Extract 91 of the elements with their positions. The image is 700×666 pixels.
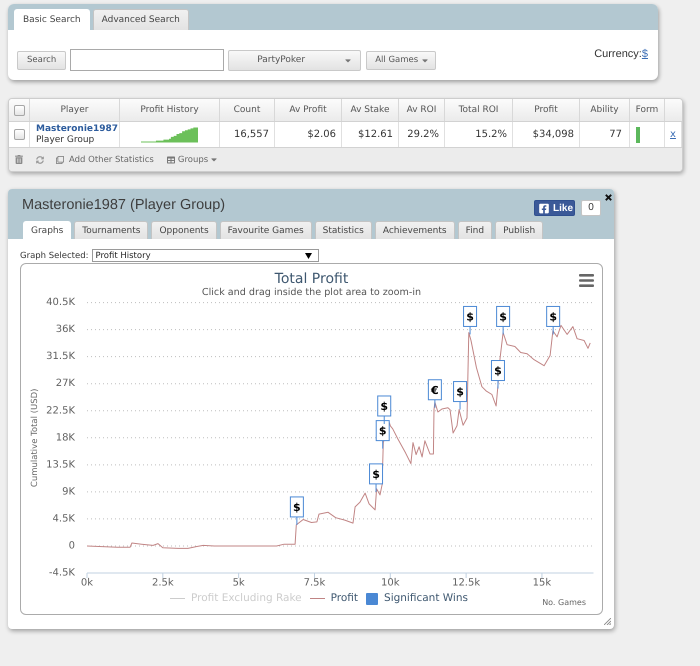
column-header[interactable]: Profit (513, 99, 580, 121)
axis-label: 10k (381, 578, 400, 588)
table-cell: 29.2% (399, 122, 445, 147)
axis-label: 18K (56, 432, 75, 444)
column-header[interactable]: Av Stake (342, 99, 399, 121)
annotation: $ (466, 310, 474, 324)
search-tab[interactable]: Advanced Search (92, 9, 189, 30)
axis-label: 5k (232, 578, 245, 588)
graph-dropdown[interactable]: Profit History (92, 249, 318, 262)
panel-tab[interactable]: Achievements (374, 221, 455, 239)
table-cell: 77 (580, 122, 630, 147)
currency-label: Currency: (594, 48, 642, 61)
panel-tab[interactable]: Tournaments (74, 221, 148, 239)
column-header[interactable]: Av Profit (275, 99, 342, 121)
groups-button[interactable]: Groups (166, 154, 218, 164)
games-dropdown[interactable]: All Games (366, 50, 436, 70)
axis-label: 40.5K (46, 297, 75, 308)
site-dropdown[interactable]: PartyPoker (228, 50, 362, 70)
search-tab[interactable]: Basic Search (14, 9, 90, 30)
menu-icon[interactable] (579, 274, 594, 287)
search-button[interactable]: Search (17, 50, 66, 70)
axis-label: 15k (532, 578, 552, 588)
table-cell: 15.2% (445, 122, 513, 147)
axis-label: 27K (56, 378, 75, 390)
axis-label: 0k (80, 578, 94, 588)
axis-label: 31.5K (46, 351, 75, 362)
add-statistics-button[interactable]: Add Other Statistics (56, 154, 154, 164)
currency-link[interactable]: $ (642, 48, 648, 61)
annotation: $ (293, 500, 301, 514)
annotation: $ (380, 400, 388, 413)
annotation: € (430, 384, 439, 397)
like-count: 0 (581, 200, 601, 216)
refresh-icon[interactable] (36, 156, 44, 164)
resize-grip-icon[interactable] (604, 618, 611, 625)
panel-tab[interactable]: Find (458, 221, 492, 239)
panel-tab[interactable]: Graphs (23, 221, 72, 239)
panel-tab[interactable]: Opponents (151, 221, 217, 239)
axis-label: 22.5K (46, 405, 75, 416)
column-header[interactable]: Av ROI (399, 99, 445, 121)
chart-subtitle: Click and drag inside the plot area to zoom-in (202, 288, 422, 298)
legend-item[interactable]: Profit (310, 592, 358, 605)
annotation: $ (456, 386, 464, 399)
axis-label: 13.5K (46, 459, 75, 470)
column-header[interactable]: Profit History (120, 99, 220, 121)
column-header[interactable]: Form (630, 99, 665, 121)
axis-label: -4.5K (48, 568, 75, 578)
chart-title: Total Profit (274, 270, 350, 288)
axis-title: No. Games (542, 598, 586, 607)
table-cell: $12.61 (342, 122, 399, 147)
search-field[interactable] (70, 49, 224, 71)
profit-sparkline (141, 126, 198, 143)
panel-tab[interactable]: Publish (495, 221, 544, 239)
table-cell: 16,557 (220, 122, 275, 147)
caret-icon (304, 252, 312, 258)
annotation: $ (549, 310, 557, 324)
legend-item[interactable]: Significant Wins (366, 592, 468, 605)
annotation: $ (372, 468, 380, 481)
axis-label: 4.5K (52, 513, 75, 524)
axis-label: 7.5k (304, 578, 326, 588)
table-cell: $2.06 (275, 122, 342, 147)
panel-title: Masteronie1987 (Player Group) (22, 196, 226, 215)
annotation: $ (494, 364, 502, 378)
axis-label: 9K (62, 486, 75, 498)
row-checkbox[interactable] (14, 129, 24, 140)
axis-label: 36K (56, 324, 75, 336)
column-header[interactable]: Ability (580, 99, 630, 121)
remove-link[interactable]: x (670, 129, 676, 140)
player-link[interactable]: Masteronie1987 (36, 124, 119, 134)
axis-label: 2.5k (152, 578, 174, 588)
column-header[interactable]: Count (220, 99, 275, 121)
annotation: $ (378, 424, 387, 438)
table-cell: $34,098 (513, 122, 580, 147)
window-icon (56, 156, 64, 164)
trash-icon[interactable] (15, 155, 23, 164)
panel-tab[interactable]: Statistics (314, 221, 372, 239)
like-button[interactable]: Like (534, 200, 575, 216)
axis-title: Cumulative Total (USD) (30, 388, 40, 488)
axis-label: 12.5k (452, 578, 480, 588)
panel-tab[interactable]: Favourite Games (220, 221, 312, 239)
line-symbol-icon (170, 598, 185, 600)
table-icon (166, 156, 175, 164)
facebook-icon (539, 202, 549, 214)
close-icon[interactable] (605, 194, 612, 201)
annotation: $ (499, 310, 507, 324)
graph-label: Graph Selected: (20, 250, 88, 260)
axis-label: 0 (68, 540, 75, 552)
form-bar-icon (636, 126, 640, 142)
player-type-label: Player Group (36, 134, 96, 146)
column-header[interactable]: Player (30, 99, 120, 121)
column-header[interactable]: Total ROI (445, 99, 513, 121)
select-all-checkbox[interactable] (14, 104, 24, 116)
